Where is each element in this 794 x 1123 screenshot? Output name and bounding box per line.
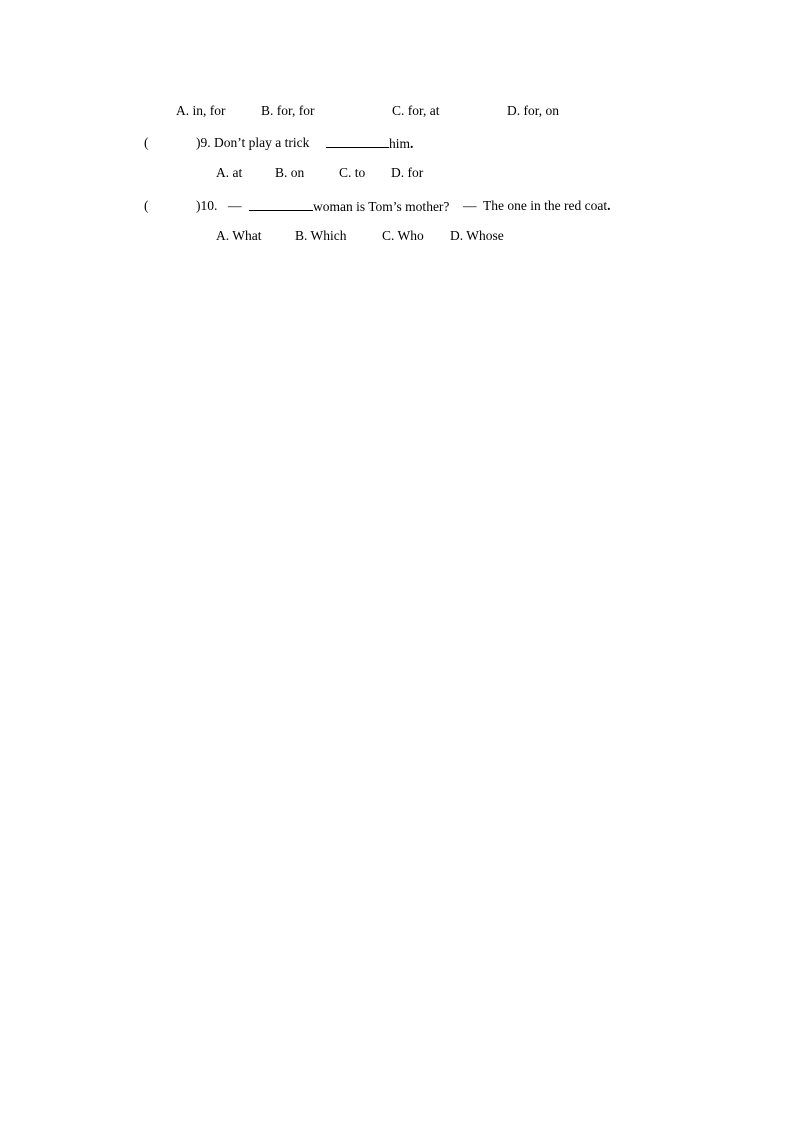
option-c: C. to (339, 165, 366, 180)
option-b: B. Which (295, 228, 347, 243)
option-a: A. in, for (176, 103, 226, 118)
answer-blank (249, 198, 313, 211)
answer-paren-open: ( (144, 198, 149, 213)
option-b: B. for, for (261, 103, 315, 118)
question-continuation: him. (326, 135, 413, 152)
option-d: D. for, on (507, 103, 559, 118)
answer-paren-open: ( (144, 135, 149, 150)
answer-sentence: The one in the red coat (483, 198, 608, 213)
option-a: A. at (216, 165, 243, 180)
option-d: D. Whose (450, 228, 504, 243)
question-number: )10. (196, 198, 218, 213)
answer-text: The one in the red coat. (483, 198, 610, 214)
answer-blank (326, 135, 389, 148)
dash: — (463, 198, 477, 213)
after-blank-text: him (389, 136, 411, 151)
option-c: C. for, at (392, 103, 440, 118)
period: . (410, 136, 414, 151)
option-a: A. What (216, 228, 262, 243)
period: . (607, 198, 611, 213)
option-b: B. on (275, 165, 305, 180)
question-stem: )9. Don’t play a trick (196, 135, 309, 151)
dash: — (228, 198, 242, 213)
after-blank-text: woman is Tom’s mother? (313, 199, 450, 214)
question-text: woman is Tom’s mother? (249, 198, 449, 215)
option-d: D. for (391, 165, 424, 180)
option-c: C. Who (382, 228, 424, 243)
question-text: )9. Don’t play a trick (196, 135, 310, 150)
